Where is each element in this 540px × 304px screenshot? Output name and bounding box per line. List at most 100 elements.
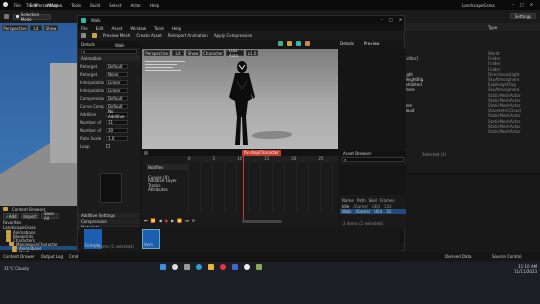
- windows-start-icon[interactable]: [160, 264, 166, 270]
- menu-help[interactable]: Help: [172, 26, 181, 31]
- level-tab[interactable]: ThirdPersonMap: [26, 3, 58, 8]
- menu-edit[interactable]: Edit: [96, 26, 104, 31]
- menu-actor[interactable]: Actor: [130, 3, 141, 8]
- menu-file[interactable]: File: [14, 3, 21, 8]
- lod-button[interactable]: LOD Auto: [226, 49, 244, 58]
- browse-icon[interactable]: [92, 33, 97, 38]
- minimize-icon[interactable]: –: [381, 17, 383, 22]
- timeline-scrollbar[interactable]: [242, 220, 282, 223]
- preview-mesh-button[interactable]: Preview Mesh: [103, 33, 130, 38]
- filter-icon[interactable]: [144, 151, 148, 155]
- menu-tools[interactable]: Tools: [154, 26, 164, 31]
- clock[interactable]: 11:10 AM 11/11/2023: [514, 264, 537, 274]
- weather-widget[interactable]: 31°C Cloudy: [4, 266, 29, 271]
- skeleton-icon[interactable]: [278, 41, 283, 46]
- section-additive[interactable]: Additive Settings: [78, 213, 140, 218]
- perspective-button[interactable]: Perspective: [144, 50, 170, 56]
- file-explorer-icon[interactable]: [208, 264, 214, 270]
- apply-compression-button[interactable]: Apply Compression: [214, 33, 253, 38]
- show-button[interactable]: Show: [44, 25, 58, 31]
- save-icon[interactable]: [4, 14, 9, 19]
- chrome-icon[interactable]: [220, 264, 226, 270]
- prop-value[interactable]: 1.0: [106, 135, 128, 141]
- asset-tile-selected[interactable]: item: [142, 229, 160, 249]
- content-drawer-button[interactable]: Content Drawer: [3, 254, 35, 259]
- reimport-button[interactable]: Reimport Animation: [168, 33, 208, 38]
- prop-value[interactable]: Default: [106, 63, 128, 69]
- lit-button[interactable]: Lit: [30, 25, 42, 31]
- level-viewport[interactable]: Perspective Lit Show: [0, 23, 80, 206]
- track-additive[interactable]: Additive Layer Tracks: [146, 178, 188, 188]
- menu-select[interactable]: Select: [109, 3, 121, 8]
- to-end-icon[interactable]: ⏭: [185, 218, 189, 223]
- add-button[interactable]: + Add: [3, 213, 19, 219]
- settings-button[interactable]: Settings: [510, 13, 536, 19]
- anim-viewport[interactable]: Perspective Lit Show Character LOD Auto …: [142, 49, 338, 149]
- loop-icon[interactable]: ⟳: [192, 218, 195, 223]
- menu-asset[interactable]: Asset: [111, 26, 122, 31]
- maximize-icon[interactable]: □: [389, 17, 393, 22]
- unreal-taskbar-icon[interactable]: [244, 264, 250, 270]
- close-icon[interactable]: ✕: [530, 2, 533, 7]
- prop-value[interactable]: Default: [106, 95, 128, 101]
- menu-help[interactable]: Help: [150, 3, 159, 8]
- animation-icon[interactable]: [296, 41, 301, 46]
- menu-window[interactable]: Window: [130, 26, 146, 31]
- loop-checkbox[interactable]: [106, 144, 110, 148]
- prop-value[interactable]: Default: [106, 103, 128, 109]
- play-icon[interactable]: ▶: [171, 218, 174, 223]
- track-notifies[interactable]: Notifies: [146, 164, 188, 170]
- menu-tools[interactable]: Tools: [71, 3, 81, 8]
- maximize-icon[interactable]: □: [520, 2, 524, 7]
- tick-label: 5: [212, 156, 216, 161]
- prop-value[interactable]: 31: [106, 119, 128, 125]
- asset-details-tab[interactable]: Walk: [115, 43, 125, 48]
- perspective-button[interactable]: Perspective: [2, 25, 28, 31]
- prop-value[interactable]: 30: [106, 127, 128, 133]
- prop-value[interactable]: No Additive: [106, 109, 128, 119]
- step-back-icon[interactable]: ⏪: [151, 218, 156, 223]
- step-forward-icon[interactable]: ⏩: [177, 218, 182, 223]
- lit-button[interactable]: Lit: [172, 50, 184, 56]
- mesh-icon[interactable]: [287, 41, 292, 46]
- search-icon[interactable]: [172, 264, 178, 270]
- details-search[interactable]: ⌕: [78, 48, 140, 55]
- asset-row-selected[interactable]: Walk /Game/ UE4 31: [340, 209, 406, 214]
- prop-value[interactable]: None: [106, 71, 128, 77]
- curve-widget[interactable]: [100, 173, 122, 203]
- preview-tab[interactable]: Preview: [364, 41, 380, 46]
- app-icon[interactable]: [256, 264, 262, 270]
- character-button[interactable]: Character: [202, 50, 224, 56]
- playhead-label: fix-stepCharacter: [242, 150, 281, 156]
- create-asset-button[interactable]: Create Asset: [136, 33, 162, 38]
- section-compression[interactable]: Compression: [78, 219, 140, 224]
- close-icon[interactable]: ✕: [399, 17, 402, 22]
- menu-build[interactable]: Build: [90, 3, 100, 8]
- source-control-status[interactable]: Source Control: [492, 254, 521, 259]
- to-start-icon[interactable]: ⏮: [144, 218, 148, 223]
- outliner-row[interactable]: StaticMeshActor: [400, 129, 540, 134]
- prop-value[interactable]: Linear: [106, 79, 128, 85]
- physics-icon[interactable]: [305, 41, 310, 46]
- record-icon[interactable]: ●: [165, 218, 169, 223]
- menu-file[interactable]: File: [81, 26, 88, 31]
- import-button[interactable]: Import: [21, 213, 39, 219]
- speed-button[interactable]: x1.0: [246, 50, 258, 56]
- store-icon[interactable]: [232, 264, 238, 270]
- asset-search[interactable]: ⌕: [340, 156, 406, 163]
- task-view-icon[interactable]: [184, 264, 190, 270]
- output-log-button[interactable]: Output Log: [41, 254, 63, 259]
- mode-dropdown[interactable]: Selection Mode: [13, 12, 51, 22]
- save-icon[interactable]: [81, 33, 86, 38]
- save-all-button[interactable]: Save All: [41, 211, 59, 221]
- cmd-button[interactable]: Cmd: [69, 254, 78, 259]
- minimize-icon[interactable]: –: [512, 2, 514, 7]
- play-reverse-icon[interactable]: ◀: [159, 218, 162, 223]
- details-right-tab[interactable]: Details: [340, 41, 354, 46]
- edge-icon[interactable]: [196, 264, 202, 270]
- details-tab[interactable]: Details Walk: [78, 41, 140, 48]
- anim-tab[interactable]: Walk: [91, 18, 101, 23]
- show-button[interactable]: Show: [186, 50, 200, 56]
- derived-data[interactable]: Derived Data: [445, 254, 472, 259]
- prop-value[interactable]: Linear: [106, 87, 128, 93]
